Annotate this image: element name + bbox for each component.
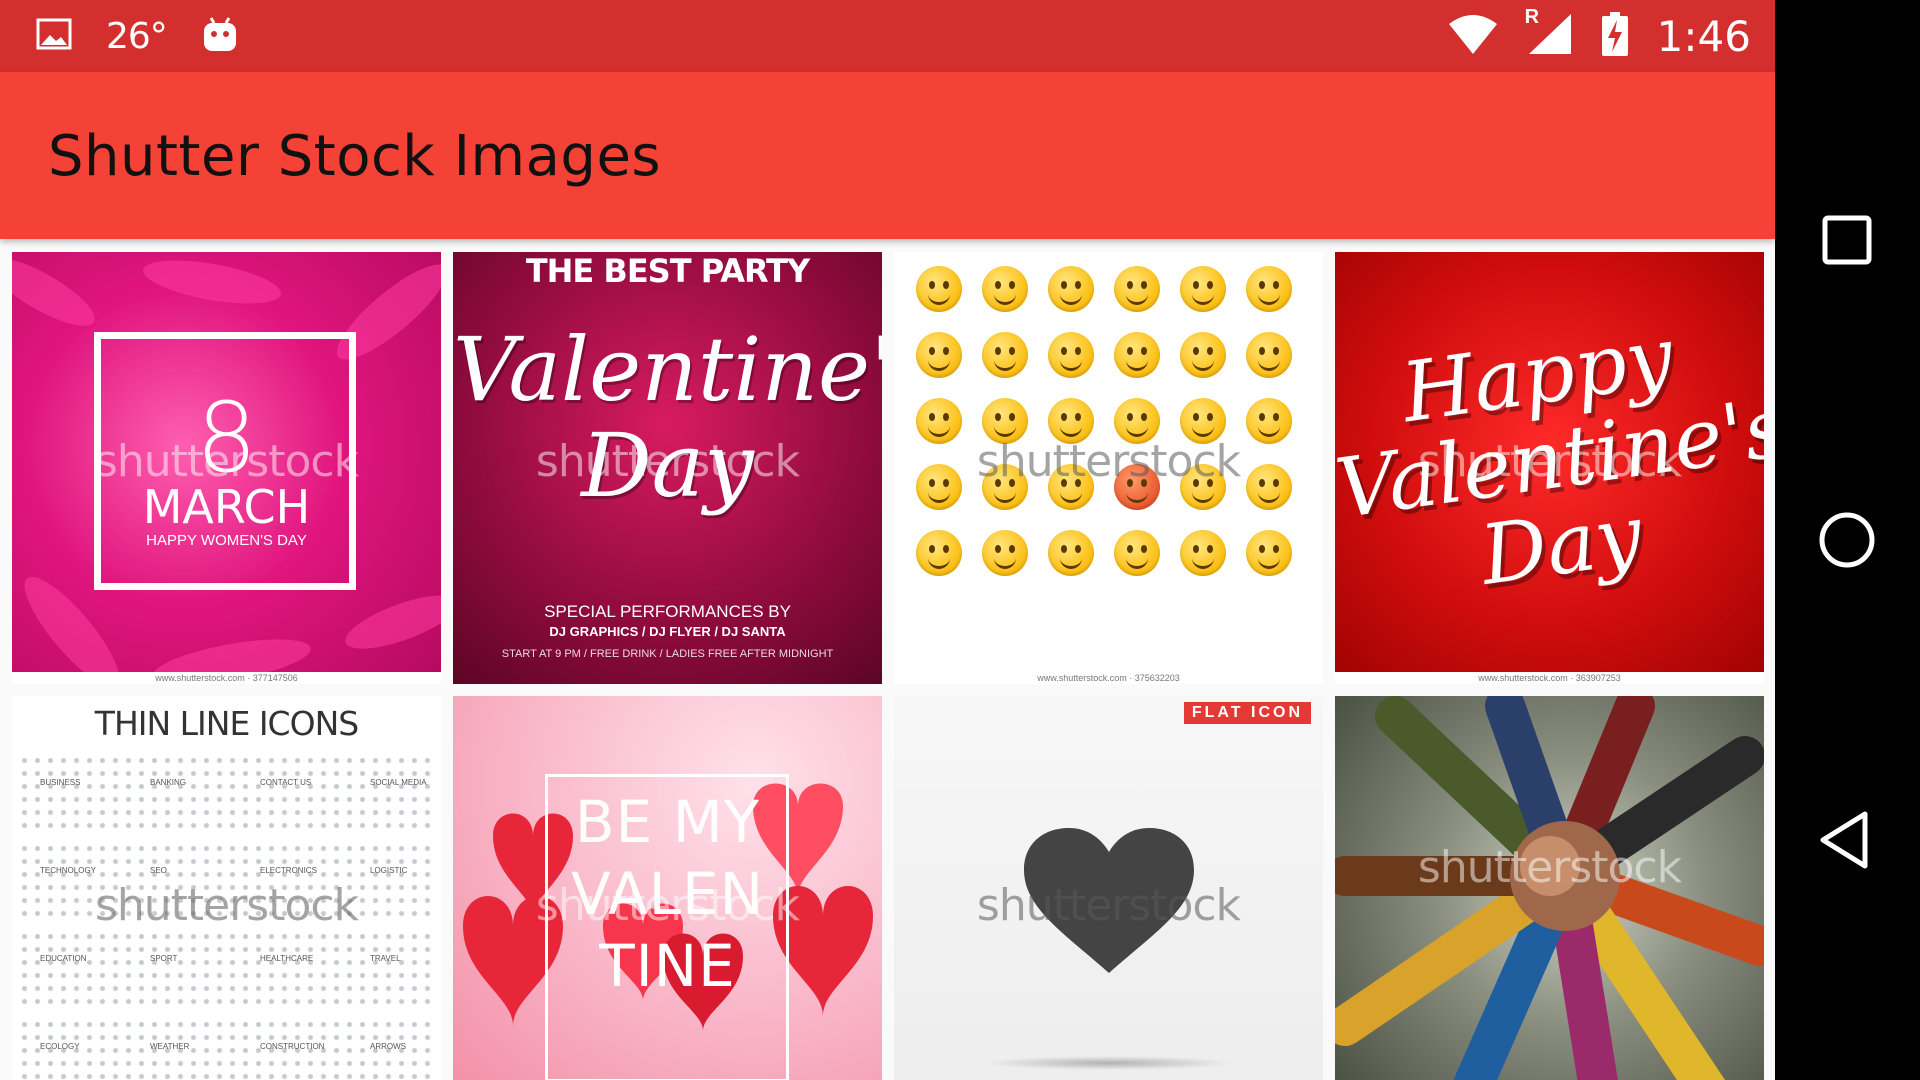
signal-icon: R xyxy=(1525,6,1573,61)
emoji-face xyxy=(982,464,1028,510)
poster-title: THIN LINE ICONS xyxy=(94,704,359,743)
image-tile-be-my-valentine[interactable]: BE MY VALEN TINE shutterstock xyxy=(453,696,882,1080)
emoji-face xyxy=(982,332,1028,378)
category-label: LOGISTIC xyxy=(370,866,408,875)
category-label: CONTACT US xyxy=(260,778,312,787)
emoji-face xyxy=(916,266,962,312)
emoji-face xyxy=(1246,332,1292,378)
emoji-face xyxy=(1048,266,1094,312)
image-tile-thin-line-icons[interactable]: THIN LINE ICONS BUSINESS BANKING CONTACT U… xyxy=(12,696,441,1080)
emoji-face xyxy=(982,266,1028,312)
category-label: SPORT xyxy=(150,954,178,963)
poster-title: MARCH xyxy=(142,480,311,534)
heart-shadow xyxy=(984,1056,1234,1070)
category-label: ARROWS xyxy=(370,1042,406,1051)
icon-row xyxy=(18,754,435,834)
app-bar: Shutter Stock Images xyxy=(0,72,1775,239)
image-tile-womens-day[interactable]: 8 MARCH HAPPY WOMEN'S DAY shutterstock w… xyxy=(12,252,441,684)
category-label: CONSTRUCTION xyxy=(260,1042,325,1051)
emoji-face xyxy=(916,530,962,576)
emoji-face xyxy=(1114,266,1160,312)
emoji-face xyxy=(1246,530,1292,576)
clock-time: 1:46 xyxy=(1656,11,1751,61)
image-tile-party-poster[interactable]: THE BEST PARTY Valentine's Day SPECIAL P… xyxy=(453,252,882,684)
emoji-face xyxy=(916,332,962,378)
emoji-face xyxy=(1180,398,1226,444)
emoji-face xyxy=(1180,530,1226,576)
image-icon xyxy=(36,18,72,55)
image-tile-hands-together[interactable]: shutterstock xyxy=(1335,696,1764,1080)
category-label: TRAVEL xyxy=(370,954,401,963)
poster-script-title: Valentine's Day xyxy=(453,318,882,517)
icon-row xyxy=(18,842,435,922)
image-tile-flat-heart-icon[interactable]: FLAT ICON shutterstock xyxy=(894,696,1323,1080)
heart-icon xyxy=(1024,828,1194,973)
emoji-face xyxy=(916,398,962,444)
category-label: ECOLOGY xyxy=(40,1042,80,1051)
image-tile-emoji-set[interactable]: shutterstock www.shutterstock.com · 3756… xyxy=(894,252,1323,684)
emoji-face xyxy=(1180,266,1226,312)
poster-line-3: TINE xyxy=(599,932,736,1000)
page-title: Shutter Stock Images xyxy=(48,124,662,189)
battery-charging-icon xyxy=(1601,11,1629,61)
category-label: BANKING xyxy=(150,778,187,787)
back-button[interactable] xyxy=(1809,802,1885,878)
category-label: SOCIAL MEDIA xyxy=(370,778,427,787)
emoji-face xyxy=(1048,398,1094,444)
emoji-face xyxy=(982,398,1028,444)
emoji-face xyxy=(1048,530,1094,576)
emoji-face xyxy=(1048,332,1094,378)
emoji-face xyxy=(1246,398,1292,444)
emoji-face xyxy=(1114,530,1160,576)
poster-line-1: SPECIAL PERFORMANCES BY xyxy=(544,602,791,621)
home-button[interactable] xyxy=(1809,502,1885,578)
hands-circle-photo xyxy=(1335,696,1764,1080)
category-label: BUSINESS xyxy=(40,778,81,787)
recents-button[interactable] xyxy=(1809,202,1885,278)
back-icon xyxy=(1820,811,1868,869)
category-label: SEO xyxy=(150,866,167,875)
emoji-face xyxy=(982,530,1028,576)
android-icon xyxy=(201,14,239,59)
emoji-face xyxy=(1114,398,1160,444)
poster-line-3: START AT 9 PM / FREE DRINK / LADIES FREE… xyxy=(501,648,834,660)
emoji-face xyxy=(1246,464,1292,510)
poster-line-2: DJ GRAPHICS / DJ FLYER / DJ SANTA xyxy=(549,624,786,639)
navigation-bar xyxy=(1775,0,1920,1080)
poster-header: THE BEST PARTY xyxy=(525,252,810,290)
icon-row xyxy=(18,930,435,1010)
category-label: TECHNOLOGY xyxy=(40,866,97,875)
category-label: ELECTRONICS xyxy=(260,866,317,875)
emoji-face xyxy=(1048,464,1094,510)
roaming-indicator: R xyxy=(1524,5,1540,28)
poster-line-2: VALEN xyxy=(571,860,764,928)
image-caption: www.shutterstock.com · 377147506 xyxy=(12,672,441,684)
status-bar: 26° R 1:46 xyxy=(0,0,1775,72)
emoji-face xyxy=(1114,332,1160,378)
image-caption: www.shutterstock.com · 375632203 xyxy=(894,672,1323,684)
emoji-face xyxy=(1114,464,1160,510)
image-tile-happy-valentines[interactable]: Happy Valentine's Day shutterstock www.s… xyxy=(1335,252,1764,684)
poster-number: 8 xyxy=(195,382,258,494)
poster-line-1: BE MY xyxy=(574,788,761,856)
poster-script-title: Happy Valentine's Day xyxy=(1335,309,1764,604)
emoji-face xyxy=(1180,464,1226,510)
device-screen: 26° R 1:46 Shutter Stock Images 8 MARCH … xyxy=(0,0,1920,1080)
image-caption: www.shutterstock.com · 363907253 xyxy=(1335,672,1764,684)
temperature-text: 26° xyxy=(106,15,168,57)
icon-rows xyxy=(18,754,435,1080)
recents-icon xyxy=(1822,215,1872,265)
app-window: 26° R 1:46 Shutter Stock Images 8 MARCH … xyxy=(0,0,1775,1080)
emoji-face xyxy=(1246,266,1292,312)
category-label: EDUCATION xyxy=(40,954,87,963)
poster-subtitle: HAPPY WOMEN'S DAY xyxy=(146,532,307,549)
wifi-icon xyxy=(1447,14,1499,59)
emoji-face xyxy=(1180,332,1226,378)
category-label: HEALTHCARE xyxy=(260,954,314,963)
home-icon xyxy=(1819,512,1875,568)
flat-icon-badge: FLAT ICON xyxy=(1183,702,1311,724)
category-label: WEATHER xyxy=(150,1042,190,1051)
emoji-face xyxy=(916,464,962,510)
